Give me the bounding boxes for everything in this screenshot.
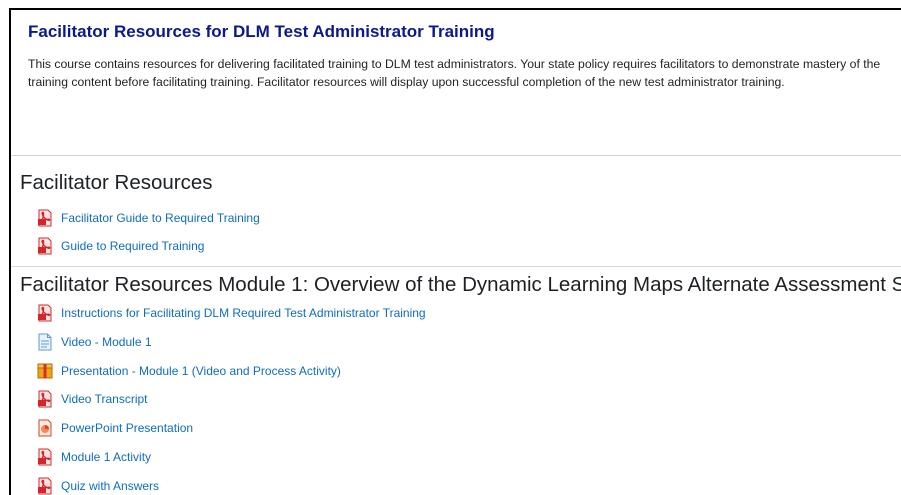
activity-link-label[interactable]: Instructions for Facilitating DLM Requir… [61, 306, 426, 320]
activity-module-1-activity[interactable]: Module 1 Activity [37, 447, 151, 467]
activity-powerpoint-presentation[interactable]: PowerPoint Presentation [37, 418, 193, 438]
course-frame: Facilitator Resources for DLM Test Admin… [9, 8, 901, 495]
package-icon [37, 362, 53, 380]
activity-link-label[interactable]: PowerPoint Presentation [61, 421, 193, 435]
activity-link-label[interactable]: Module 1 Activity [61, 450, 151, 464]
section-divider [11, 266, 901, 267]
pdf-icon [37, 390, 53, 408]
course-title: Facilitator Resources for DLM Test Admin… [28, 22, 495, 41]
pdf-icon [37, 304, 53, 322]
course-description: This course contains resources for deliv… [28, 57, 881, 89]
section-title-module-1: Facilitator Resources Module 1: Overview… [20, 273, 901, 296]
pdf-icon [37, 448, 53, 466]
activity-quiz-with-answers[interactable]: Quiz with Answers [37, 476, 159, 495]
activity-link-label[interactable]: Video Transcript [61, 392, 148, 406]
pdf-icon [37, 209, 53, 227]
activity-video-module-1[interactable]: Video - Module 1 [37, 332, 152, 352]
activity-facilitator-guide[interactable]: Facilitator Guide to Required Training [37, 208, 260, 228]
activity-link-label[interactable]: Guide to Required Training [61, 239, 204, 253]
course-summary-box: Facilitator Resources for DLM Test Admin… [11, 10, 901, 156]
activity-instructions[interactable]: Instructions for Facilitating DLM Requir… [37, 303, 426, 323]
section-title-facilitator-resources: Facilitator Resources [20, 171, 213, 194]
powerpoint-icon [37, 419, 53, 437]
activity-guide-required-training[interactable]: Guide to Required Training [37, 236, 204, 256]
pdf-icon [37, 477, 53, 495]
page-icon [37, 333, 53, 351]
activity-link-label[interactable]: Facilitator Guide to Required Training [61, 211, 260, 225]
activity-link-label[interactable]: Video - Module 1 [61, 335, 152, 349]
pdf-icon [37, 237, 53, 255]
activity-link-label[interactable]: Presentation - Module 1 (Video and Proce… [61, 364, 341, 378]
activity-link-label[interactable]: Quiz with Answers [61, 479, 159, 493]
activity-presentation-module-1[interactable]: Presentation - Module 1 (Video and Proce… [37, 361, 341, 381]
activity-video-transcript[interactable]: Video Transcript [37, 389, 148, 409]
